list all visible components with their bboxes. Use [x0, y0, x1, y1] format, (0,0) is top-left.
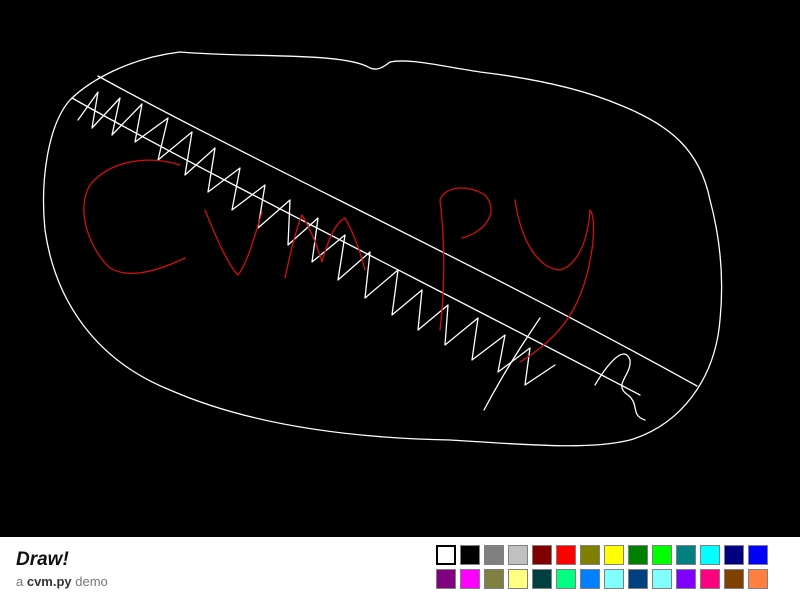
color-swatch[interactable] — [508, 545, 528, 565]
color-swatch[interactable] — [460, 569, 480, 589]
drawing-canvas[interactable] — [0, 0, 800, 537]
stroke-red-v — [204, 209, 263, 276]
stroke-band-top — [97, 75, 698, 387]
color-swatch[interactable] — [604, 545, 624, 565]
subtitle-name: cvm.py — [26, 574, 72, 589]
color-swatch[interactable] — [628, 569, 648, 589]
color-swatch[interactable] — [508, 569, 528, 589]
color-swatch[interactable] — [484, 569, 504, 589]
color-swatch[interactable] — [580, 545, 600, 565]
color-swatch[interactable] — [748, 569, 768, 589]
bottom-toolbar: Draw! a cvm.py demo — [0, 537, 800, 600]
color-swatch[interactable] — [532, 545, 552, 565]
app-subtitle: a cvm.py demo — [16, 574, 108, 589]
color-swatch[interactable] — [556, 569, 576, 589]
color-swatch[interactable] — [676, 569, 696, 589]
stroke-cross — [483, 317, 541, 411]
color-swatch[interactable] — [748, 545, 768, 565]
color-swatch[interactable] — [700, 569, 720, 589]
color-swatch[interactable] — [652, 569, 672, 589]
color-swatch[interactable] — [604, 569, 624, 589]
canvas-strokes — [42, 51, 723, 447]
color-swatch[interactable] — [436, 569, 456, 589]
color-swatch[interactable] — [580, 569, 600, 589]
color-swatch[interactable] — [652, 545, 672, 565]
stroke-band-bottom — [71, 97, 641, 396]
color-swatch[interactable] — [436, 545, 456, 565]
color-swatch[interactable] — [724, 545, 744, 565]
color-swatch[interactable] — [628, 545, 648, 565]
color-swatch[interactable] — [724, 569, 744, 589]
subtitle-suffix: demo — [71, 574, 108, 589]
subtitle-prefix: a — [16, 574, 27, 589]
app-title: Draw! — [16, 549, 69, 570]
stroke-red-c — [83, 159, 186, 275]
color-swatch[interactable] — [460, 545, 480, 565]
color-palette — [436, 545, 772, 589]
color-swatch[interactable] — [532, 569, 552, 589]
stroke-outline-loop — [42, 51, 723, 447]
color-swatch[interactable] — [556, 545, 576, 565]
color-swatch[interactable] — [484, 545, 504, 565]
color-swatch[interactable] — [700, 545, 720, 565]
color-swatch[interactable] — [676, 545, 696, 565]
stroke-tail-hook — [594, 353, 646, 421]
stroke-band-zigzag — [77, 91, 556, 386]
